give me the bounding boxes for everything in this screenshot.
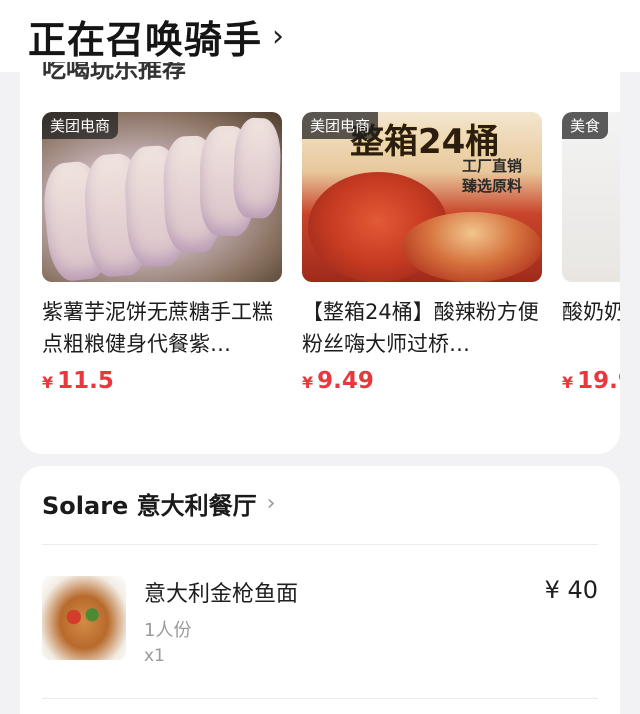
- currency-symbol: ¥: [302, 373, 314, 392]
- product-image-purple-yam-cake[interactable]: 美团电商: [42, 112, 282, 282]
- dish-price: ¥ 40: [544, 576, 598, 604]
- price-value: 9.49: [317, 368, 374, 394]
- product-card[interactable]: 整箱24桶 工厂直销 臻选原料 美团电商 【整箱24桶】酸辣粉方便粉丝嗨大师过桥…: [302, 112, 542, 394]
- product-price: ¥11.5: [42, 368, 282, 394]
- shop-name: Solare 意大利餐厅: [42, 492, 257, 520]
- product-tag: 美团电商: [302, 112, 379, 139]
- product-card[interactable]: 美食 酸奶奶 ¥19.9: [562, 112, 620, 394]
- dish-image[interactable]: [42, 576, 126, 660]
- dish-serving: 1人份: [144, 620, 192, 641]
- divider: [42, 544, 598, 545]
- product-carousel[interactable]: 美团电商 紫薯芋泥饼无蔗糖手工糕点粗粮健身代餐紫… ¥11.5 整箱24桶 工厂…: [42, 112, 620, 394]
- recommendation-section-title: 吃喝玩乐推荐: [42, 62, 186, 82]
- product-name[interactable]: 酸奶奶: [562, 296, 620, 360]
- dish-name: 意大利金枪鱼面: [144, 582, 299, 607]
- order-detail-card: Solare 意大利餐厅 › 意大利金枪鱼面 1人份 x1 ¥ 40: [20, 466, 620, 714]
- price-value: 19.9: [577, 368, 620, 394]
- divider: [42, 698, 598, 699]
- product-image[interactable]: 美食: [562, 112, 620, 282]
- currency-symbol: ¥: [42, 373, 54, 392]
- product-price: ¥9.49: [302, 368, 542, 394]
- chevron-right-icon: ›: [266, 491, 276, 516]
- currency-symbol: ¥: [562, 373, 574, 392]
- recommendation-card: 吃喝玩乐推荐 美团电商 紫薯芋泥饼无蔗糖手工糕点粗粮健身代餐紫… ¥11.5 整…: [20, 58, 620, 454]
- product-price: ¥19.9: [562, 368, 620, 394]
- chevron-right-icon: ›: [272, 18, 285, 54]
- product-image-sour-spicy-noodles[interactable]: 整箱24桶 工厂直销 臻选原料 美团电商: [302, 112, 542, 282]
- product-name[interactable]: 【整箱24桶】酸辣粉方便粉丝嗨大师过桥…: [302, 296, 542, 360]
- shop-link[interactable]: Solare 意大利餐厅 ›: [42, 486, 275, 521]
- product-name[interactable]: 紫薯芋泥饼无蔗糖手工糕点粗粮健身代餐紫…: [42, 296, 282, 360]
- product-tag: 美食: [562, 112, 609, 139]
- dish-quantity: x1: [144, 646, 165, 666]
- price-value: 11.5: [57, 368, 114, 394]
- product-image-promo-sub: 工厂直销 臻选原料: [462, 157, 523, 195]
- product-card[interactable]: 美团电商 紫薯芋泥饼无蔗糖手工糕点粗粮健身代餐紫… ¥11.5: [42, 112, 282, 394]
- order-status-title: 正在召唤骑手: [28, 17, 263, 62]
- product-tag: 美团电商: [42, 112, 119, 139]
